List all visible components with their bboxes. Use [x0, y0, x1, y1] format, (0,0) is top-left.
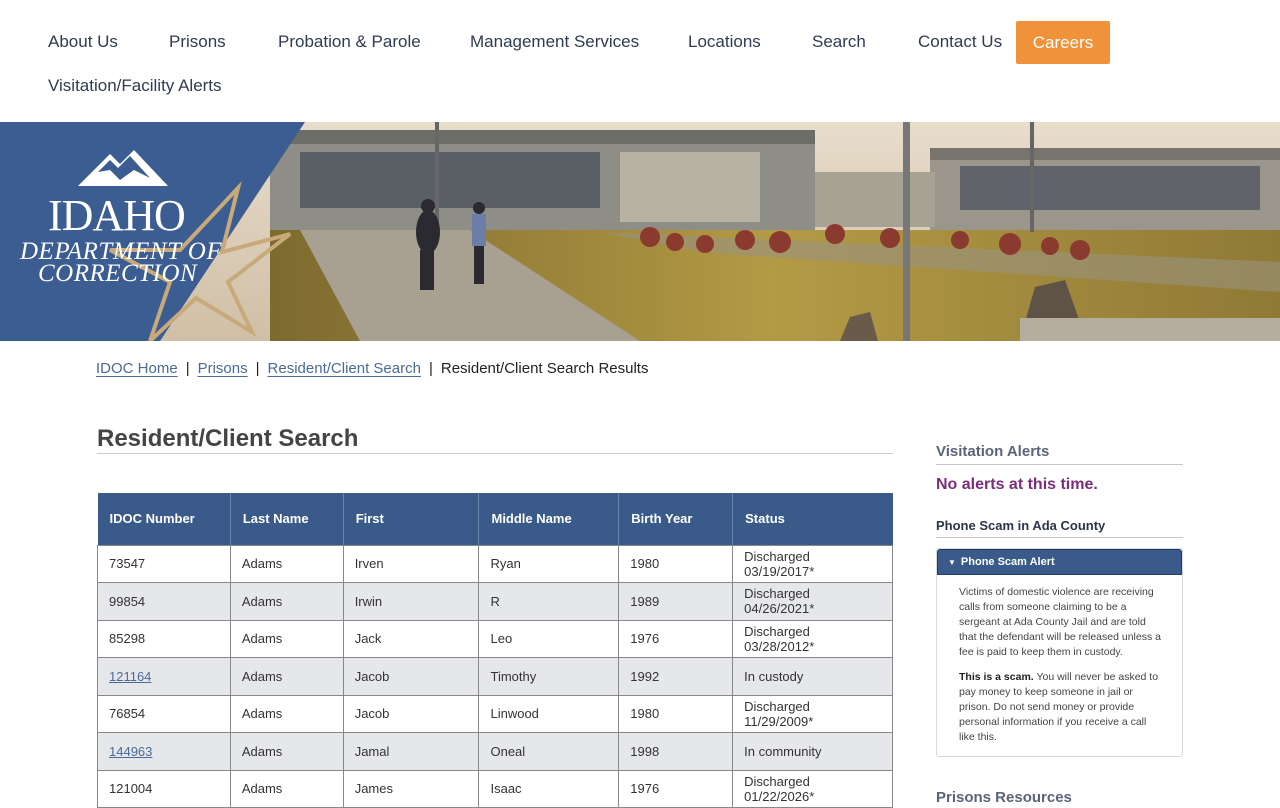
caret-down-icon: ▼	[948, 557, 956, 567]
cell-status: Discharged 04/26/2021*	[732, 582, 893, 621]
column-header-middle-name: Middle Name	[478, 493, 620, 545]
title-divider	[97, 453, 893, 454]
scam-warning: This is a scam. You will never be asked …	[959, 670, 1162, 745]
phone-scam-accordion-toggle[interactable]: ▼ Phone Scam Alert	[937, 549, 1182, 575]
nav-contact-us[interactable]: Contact Us	[918, 32, 1002, 52]
cell-last-name: Adams	[229, 582, 344, 621]
nav-probation-parole[interactable]: Probation & Parole	[278, 32, 421, 52]
hero-banner: IDAHO DEPARTMENT OF CORRECTION	[0, 122, 1280, 341]
breadcrumb-current: Resident/Client Search Results	[440, 360, 649, 377]
sidebar-divider	[936, 537, 1183, 538]
sidebar-divider	[936, 464, 1183, 465]
table-row: 73547 Adams Irven Ryan 1980 Discharged 03/19/…	[97, 544, 893, 583]
nav-search[interactable]: Search	[812, 32, 866, 52]
results-table-body: 73547 Adams Irven Ryan 1980 Discharged 03/19/…	[97, 544, 893, 808]
top-navigation: About Us Prisons Probation & Parole Mana…	[0, 0, 1280, 122]
cell-first-name: Jacob	[342, 657, 480, 696]
nav-locations[interactable]: Locations	[688, 32, 761, 52]
idoc-number-link[interactable]: 121164	[109, 669, 151, 684]
scam-warning-bold: This is a scam.	[959, 671, 1034, 683]
cell-last-name: Adams	[229, 657, 344, 696]
cell-birth-year: 1976	[618, 769, 734, 808]
results-table: IDOC Number Last Name First Middle Name …	[97, 493, 893, 808]
cell-middle-name: Isaac	[478, 769, 620, 808]
cell-middle-name: Ryan	[478, 544, 620, 583]
cell-middle-name: R	[478, 582, 620, 621]
breadcrumb: IDOC Home | Prisons | Resident/Client Search…	[96, 360, 648, 377]
cell-idoc-number: 144963	[97, 732, 231, 771]
column-header-first: First	[343, 493, 480, 545]
table-header-row: IDOC Number Last Name First Middle Name …	[97, 493, 893, 545]
cell-first-name: Jamal	[342, 732, 480, 771]
table-row: 99854 Adams Irwin R 1989 Discharged 04/26/202…	[97, 582, 893, 621]
cell-first-name: Jacob	[342, 694, 480, 733]
phone-scam-accordion: ▼ Phone Scam Alert Victims of domestic v…	[936, 548, 1183, 757]
cell-birth-year: 1989	[618, 582, 734, 621]
cell-first-name: James	[342, 769, 480, 808]
cell-birth-year: 1976	[618, 619, 734, 658]
table-row: 76854 Adams Jacob Linwood 1980 Discharged 11/…	[97, 694, 893, 733]
cell-middle-name: Linwood	[478, 694, 620, 733]
cell-status: Discharged 11/29/2009*	[732, 694, 893, 733]
cell-last-name: Adams	[229, 619, 344, 658]
breadcrumb-resident-search[interactable]: Resident/Client Search	[268, 360, 421, 377]
careers-button[interactable]: Careers	[1016, 21, 1110, 64]
breadcrumb-idoc-home[interactable]: IDOC Home	[96, 360, 178, 377]
cell-status: Discharged 03/28/2012*	[732, 619, 893, 658]
cell-birth-year: 1998	[618, 732, 734, 771]
cell-birth-year: 1992	[618, 657, 734, 696]
breadcrumb-separator: |	[185, 360, 190, 377]
visitation-alerts-heading: Visitation Alerts	[936, 443, 1050, 460]
cell-status: Discharged 01/22/2026*	[732, 769, 893, 808]
table-row: 121164 Adams Jacob Timothy 1992 In custody	[97, 657, 893, 696]
page-title: Resident/Client Search	[97, 425, 359, 452]
cell-idoc-number: 73547	[97, 544, 231, 583]
column-header-idoc-number: IDOC Number	[97, 493, 231, 545]
cell-idoc-number: 76854	[97, 694, 231, 733]
nav-visitation-alerts[interactable]: Visitation/Facility Alerts	[48, 76, 222, 96]
cell-first-name: Jack	[342, 619, 480, 658]
cell-last-name: Adams	[229, 769, 344, 808]
cell-last-name: Adams	[229, 694, 344, 733]
cell-middle-name: Oneal	[478, 732, 620, 771]
table-row: 144963 Adams Jamal Oneal 1998 In community	[97, 732, 893, 771]
breadcrumb-prisons[interactable]: Prisons	[198, 360, 248, 377]
cell-first-name: Irven	[342, 544, 480, 583]
column-header-last-name: Last Name	[230, 493, 344, 545]
phone-scam-heading: Phone Scam in Ada County	[936, 518, 1106, 533]
cell-idoc-number: 121164	[97, 657, 231, 696]
nav-management-services[interactable]: Management Services	[470, 32, 639, 52]
breadcrumb-separator: |	[428, 360, 433, 377]
table-row: 121004 Adams James Isaac 1976 Discharged 01/2…	[97, 769, 893, 808]
logo-wordmark-idaho: IDAHO	[48, 191, 186, 240]
cell-idoc-number: 121004	[97, 769, 231, 808]
cell-birth-year: 1980	[618, 544, 734, 583]
idoc-number-link[interactable]: 144963	[109, 744, 152, 759]
cell-first-name: Irwin	[342, 582, 480, 621]
cell-status: Discharged 03/19/2017*	[732, 544, 893, 583]
cell-status: In community	[732, 732, 893, 771]
cell-middle-name: Leo	[478, 619, 620, 658]
cell-middle-name: Timothy	[478, 657, 620, 696]
cell-status: In custody	[732, 657, 893, 696]
nav-about-us[interactable]: About Us	[48, 32, 118, 52]
scam-description: Victims of domestic violence are receivi…	[959, 586, 1161, 658]
column-header-birth-year: Birth Year	[618, 493, 734, 545]
accordion-body: Victims of domestic violence are receivi…	[937, 575, 1182, 756]
cell-birth-year: 1980	[618, 694, 734, 733]
cell-last-name: Adams	[229, 732, 344, 771]
column-header-status: Status	[732, 493, 893, 545]
accordion-title: Phone Scam Alert	[960, 556, 1055, 568]
no-alerts-message: No alerts at this time.	[936, 476, 1098, 493]
breadcrumb-separator: |	[255, 360, 260, 377]
prisons-resources-heading: Prisons Resources	[936, 789, 1072, 806]
logo-wordmark-correction: CORRECTION	[38, 260, 198, 287]
cell-idoc-number: 85298	[97, 619, 231, 658]
table-row: 85298 Adams Jack Leo 1976 Discharged 03/28/20…	[97, 619, 893, 658]
nav-prisons[interactable]: Prisons	[169, 32, 226, 52]
cell-last-name: Adams	[229, 544, 344, 583]
cell-idoc-number: 99854	[97, 582, 231, 621]
